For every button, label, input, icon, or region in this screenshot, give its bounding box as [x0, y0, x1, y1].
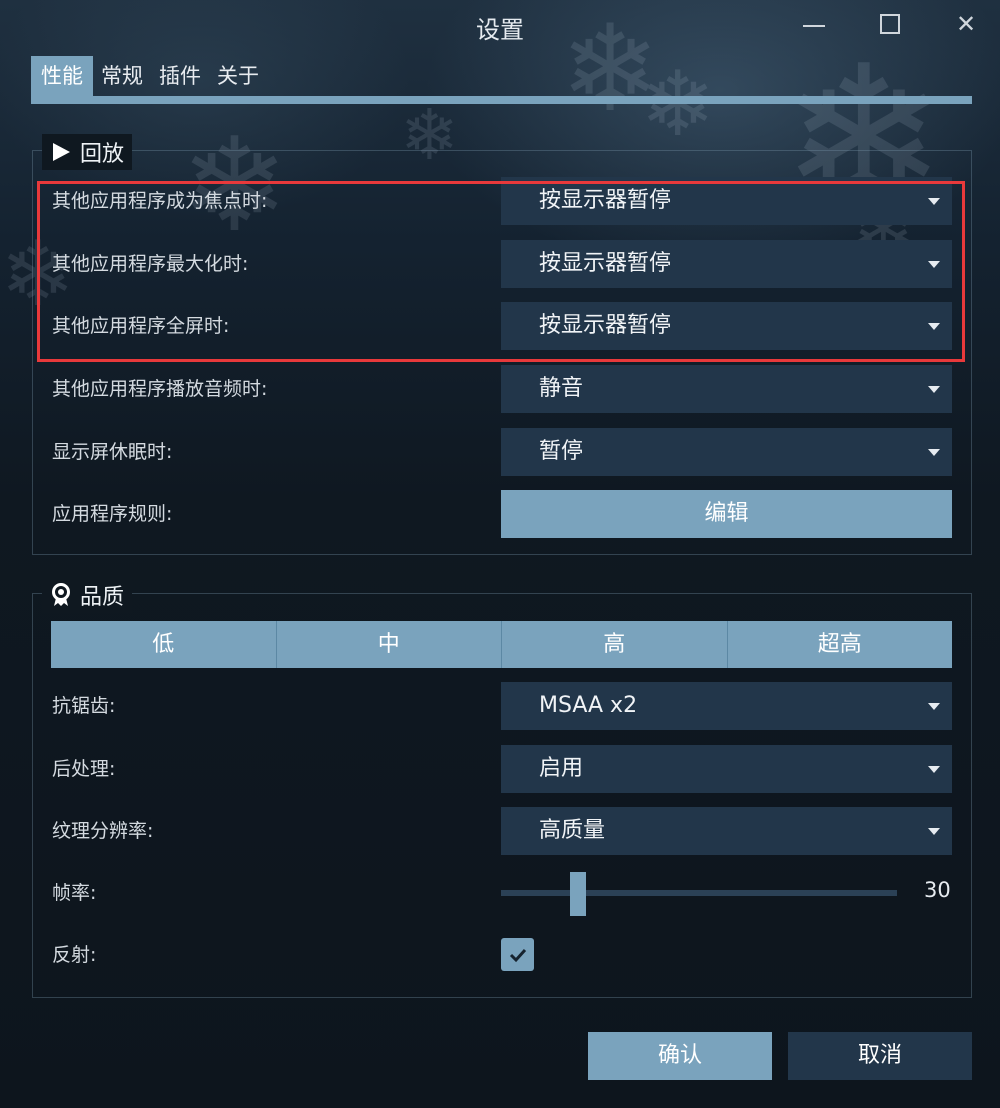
maximized-select-value: 按显示器暂停 — [539, 251, 672, 276]
quality-group-header: 品质 — [42, 577, 133, 613]
tab-about[interactable]: 关于 — [209, 56, 267, 96]
reflection-label: 反射: — [52, 944, 97, 966]
chevron-down-icon — [928, 766, 940, 773]
sleep-select-value: 暂停 — [539, 439, 584, 464]
chevron-down-icon — [928, 386, 940, 393]
chevron-down-icon — [928, 261, 940, 268]
fullscreen-select-value: 按显示器暂停 — [539, 313, 672, 338]
ok-button[interactable]: 确认 — [588, 1032, 772, 1080]
audio-label: 其他应用程序播放音频时: — [52, 378, 268, 400]
quality-high-button[interactable]: 高 — [502, 621, 728, 668]
postprocess-select-value: 启用 — [539, 756, 584, 781]
title-bar: 设置 ✕ — [0, 0, 1000, 50]
tab-bar: 性能 常规 插件 关于 — [31, 56, 267, 96]
fullscreen-select[interactable]: 按显示器暂停 — [501, 302, 952, 350]
focus-label: 其他应用程序成为焦点时: — [52, 190, 268, 212]
audio-select[interactable]: 静音 — [501, 365, 952, 413]
sleep-label: 显示屏休眠时: — [52, 441, 173, 463]
tab-plugins[interactable]: 插件 — [151, 56, 209, 96]
chevron-down-icon — [928, 323, 940, 330]
check-icon — [509, 948, 526, 962]
chevron-down-icon — [928, 703, 940, 710]
framerate-value: 30 — [924, 878, 951, 902]
maximize-button[interactable] — [872, 8, 908, 40]
play-icon — [50, 141, 72, 163]
postprocess-label: 后处理: — [52, 758, 116, 780]
maximize-icon — [880, 14, 900, 34]
quality-ultra-button[interactable]: 超高 — [728, 621, 953, 668]
window-title: 设置 — [476, 16, 524, 44]
antialias-select-value: MSAA x2 — [539, 693, 638, 718]
antialias-label: 抗锯齿: — [52, 695, 116, 717]
award-icon — [50, 583, 72, 607]
tab-performance[interactable]: 性能 — [31, 56, 93, 96]
chevron-down-icon — [928, 828, 940, 835]
quality-group-title: 品质 — [80, 585, 125, 610]
edit-rules-button[interactable]: 编辑 — [501, 490, 952, 538]
quality-medium-button[interactable]: 中 — [277, 621, 502, 668]
reflection-checkbox[interactable] — [501, 938, 534, 971]
playback-group-title: 回放 — [80, 142, 125, 167]
texture-select[interactable]: 高质量 — [501, 807, 952, 855]
app-rules-label: 应用程序规则: — [52, 503, 173, 525]
postprocess-select[interactable]: 启用 — [501, 745, 952, 793]
chevron-down-icon — [928, 198, 940, 205]
close-button[interactable]: ✕ — [948, 8, 984, 40]
minimize-icon — [803, 25, 825, 27]
antialias-select[interactable]: MSAA x2 — [501, 682, 952, 730]
texture-label: 纹理分辨率: — [52, 820, 154, 842]
texture-select-value: 高质量 — [539, 818, 606, 843]
audio-select-value: 静音 — [539, 376, 584, 401]
close-icon: ✕ — [955, 10, 977, 38]
cancel-button[interactable]: 取消 — [788, 1032, 972, 1080]
framerate-slider-thumb[interactable] — [570, 872, 586, 916]
quality-low-button[interactable]: 低 — [51, 621, 277, 668]
fullscreen-label: 其他应用程序全屏时: — [52, 315, 230, 337]
framerate-slider-track[interactable] — [501, 890, 897, 896]
sleep-select[interactable]: 暂停 — [501, 428, 952, 476]
focus-select-value: 按显示器暂停 — [539, 188, 672, 213]
snowflake-decoration: ❄ — [640, 52, 716, 157]
settings-window: ❄ ❄ ❄ ❄ ❄ ❄ ❄ 设置 ✕ 性能 常规 插件 关于 回放 其他应用程序… — [0, 0, 1000, 1108]
minimize-button[interactable] — [796, 8, 832, 40]
maximized-label: 其他应用程序最大化时: — [52, 253, 249, 275]
tab-general[interactable]: 常规 — [93, 56, 151, 96]
framerate-label: 帧率: — [52, 882, 97, 904]
playback-group-header: 回放 — [42, 134, 133, 170]
focus-select[interactable]: 按显示器暂停 — [501, 177, 952, 225]
chevron-down-icon — [928, 449, 940, 456]
maximized-select[interactable]: 按显示器暂停 — [501, 240, 952, 288]
tab-underline — [31, 96, 972, 104]
quality-preset-bar: 低 中 高 超高 — [51, 621, 952, 668]
